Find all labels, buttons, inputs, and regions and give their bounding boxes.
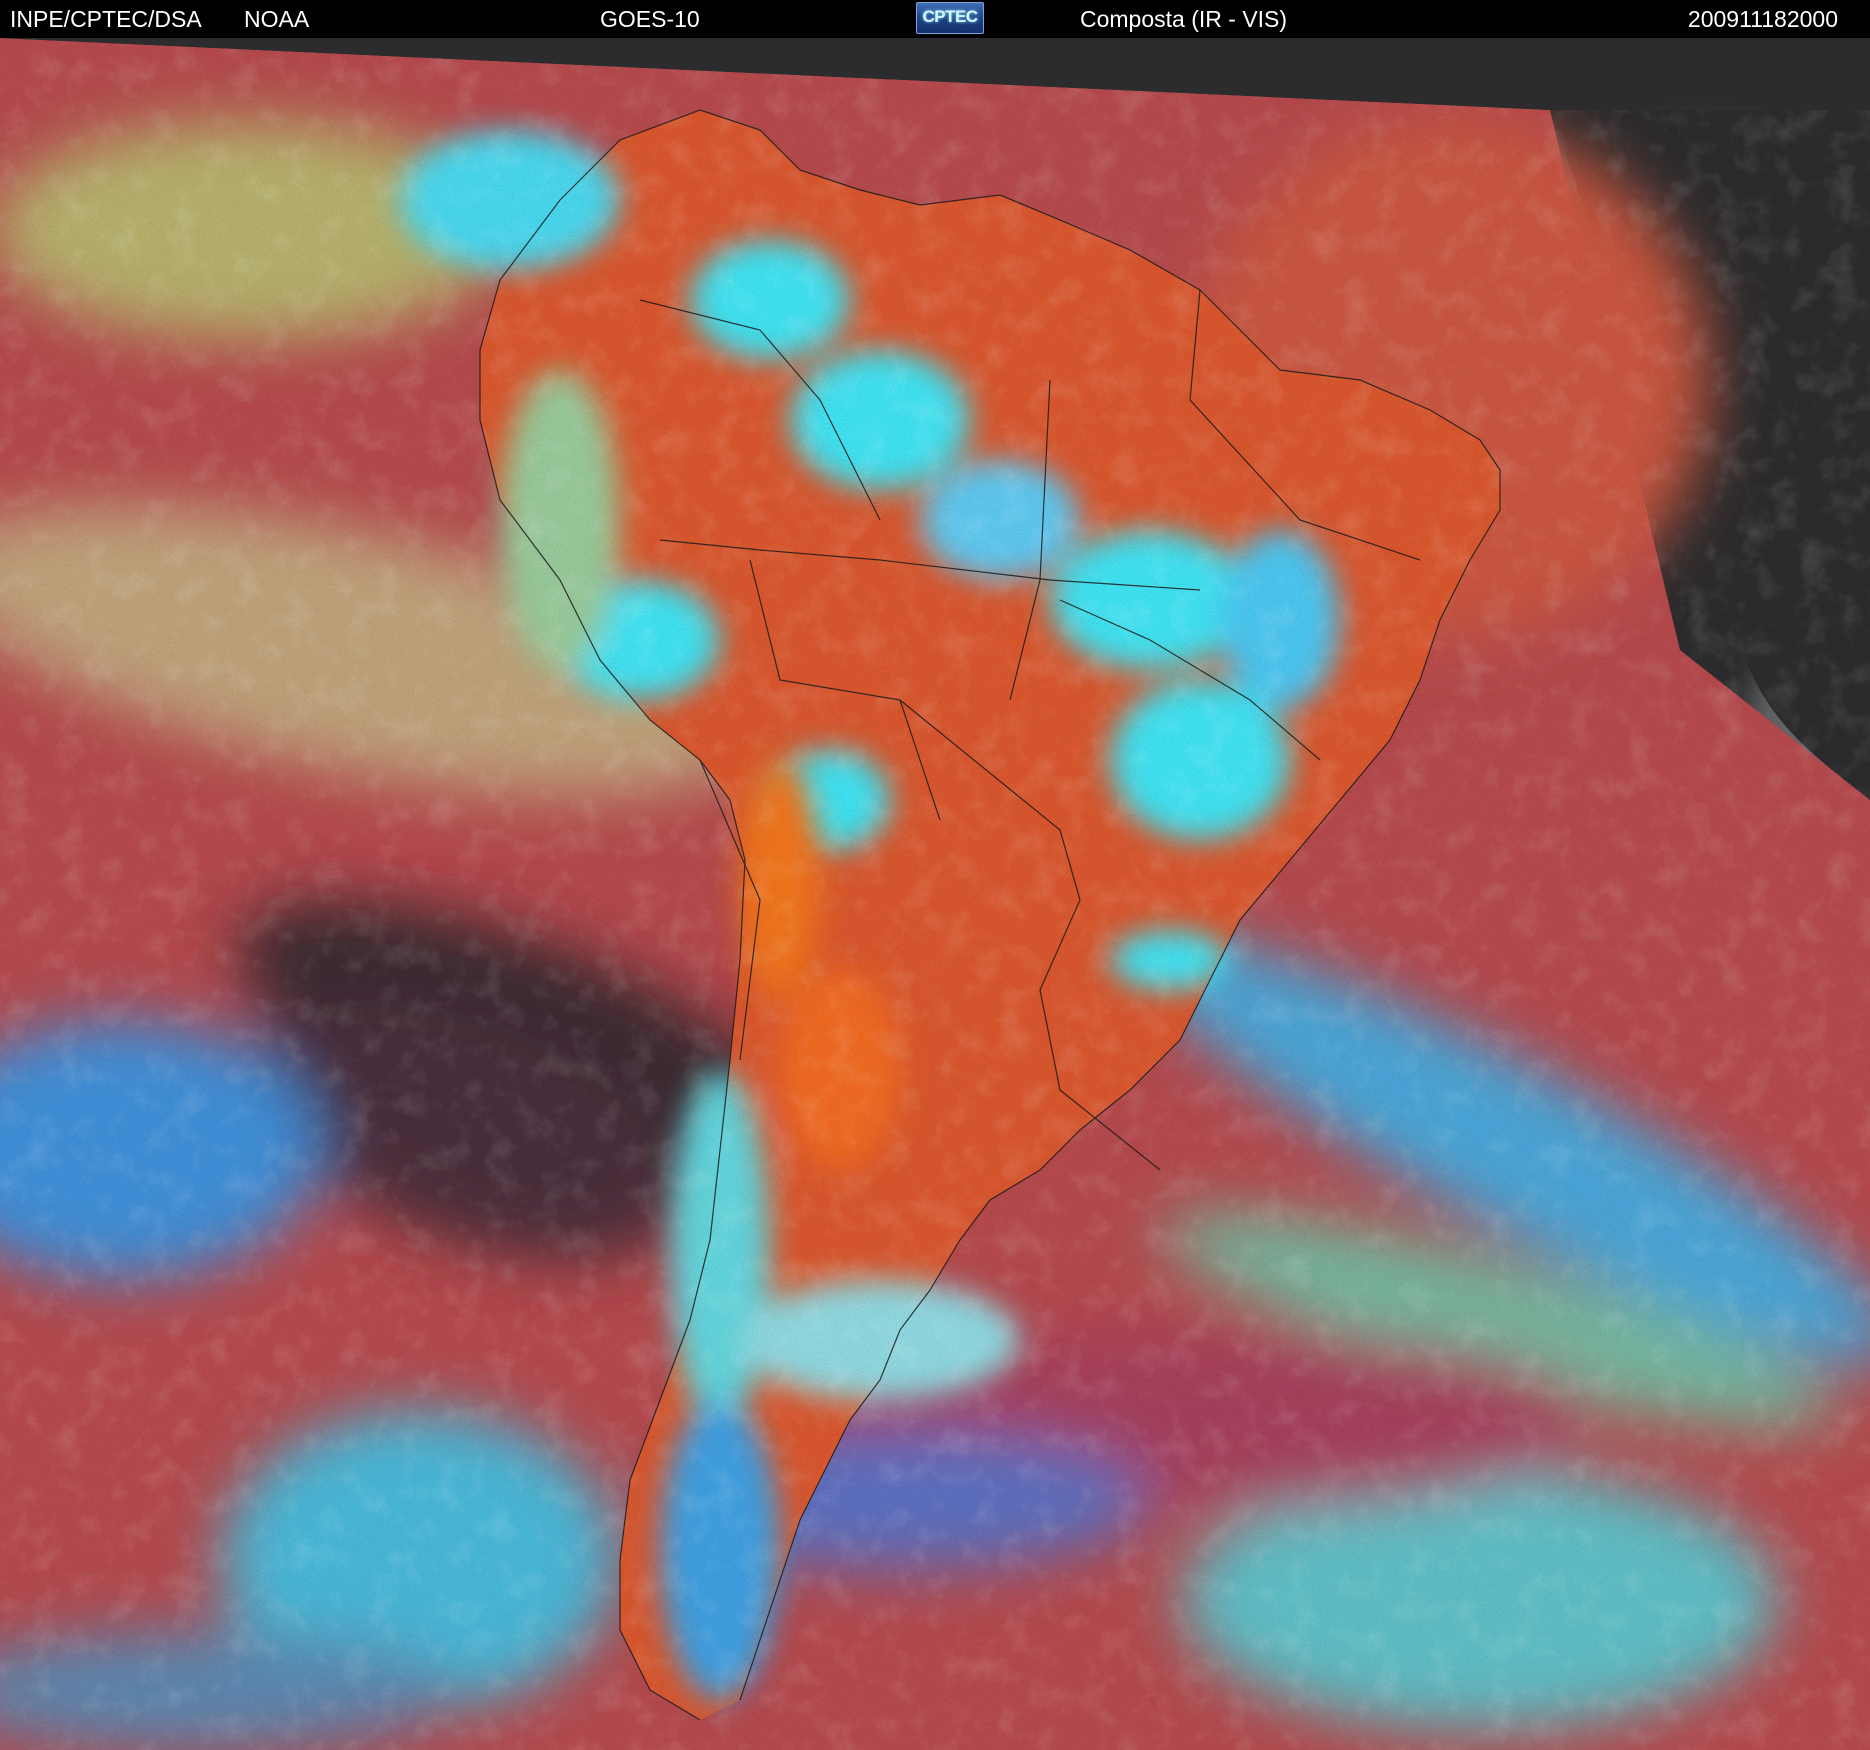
product-label: Composta (IR - VIS) xyxy=(1080,6,1288,32)
timestamp-label: 200911182000 xyxy=(1687,6,1838,32)
header-bar: INPE/CPTEC/DSA NOAA GOES-10 CPTEC Compos… xyxy=(0,0,1870,38)
agency-label: NOAA xyxy=(244,6,310,32)
source-label: INPE/CPTEC/DSA xyxy=(10,6,202,32)
noise-speckle xyxy=(0,38,1870,1750)
satellite-composite-image xyxy=(0,0,1870,1750)
logo-text: CPTEC xyxy=(922,7,978,26)
satellite-label: GOES-10 xyxy=(600,6,700,32)
cptec-logo: CPTEC xyxy=(916,2,984,34)
satellite-image-frame: INPE/CPTEC/DSA NOAA GOES-10 CPTEC Compos… xyxy=(0,0,1870,1750)
